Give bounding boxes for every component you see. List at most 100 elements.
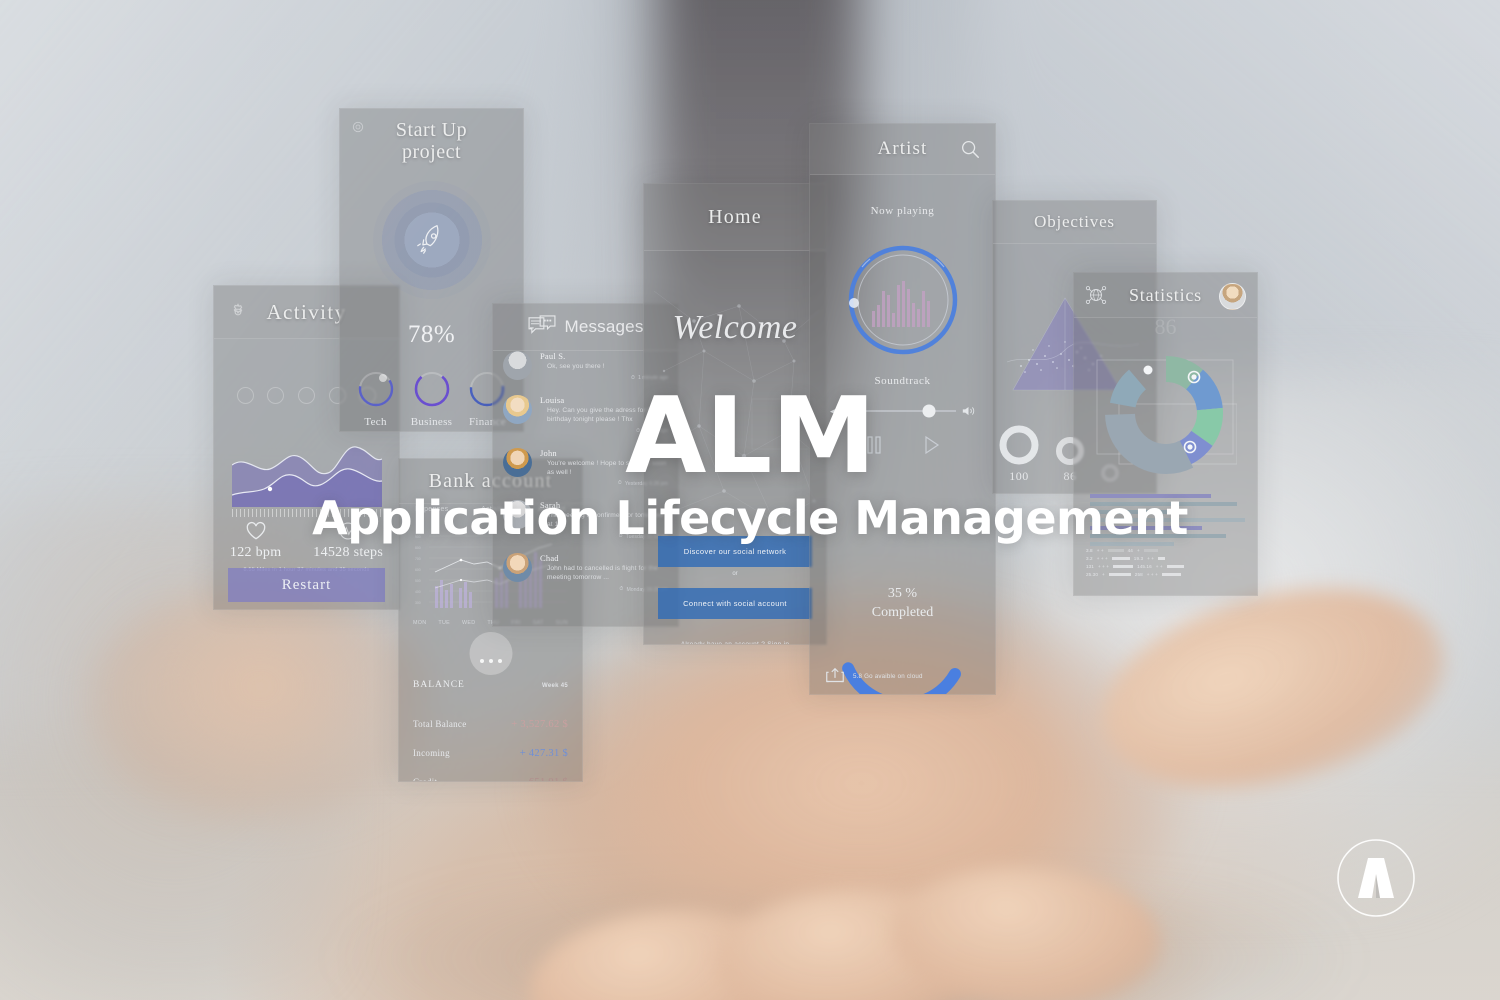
connect-social-button[interactable]: Connect with social account: [658, 588, 812, 619]
table-row: Incoming + 427.31 $: [413, 739, 568, 768]
balance-label: BALANCE: [413, 680, 465, 690]
row-key: Incoming: [413, 748, 450, 758]
completion-label: Completed: [871, 604, 934, 620]
row-value: -651.91 $: [525, 777, 568, 781]
svg-text:600: 600: [415, 568, 421, 572]
avatar[interactable]: [1219, 283, 1246, 310]
cell-2: +: [1102, 572, 1105, 577]
statistics-body: 86 3.8 + + 44 + 3.2 + + + 19.3 + + 131 +…: [1074, 314, 1257, 594]
startup-title-line1: Start Up: [395, 118, 468, 141]
cell-3: 44: [1127, 548, 1133, 553]
play-icon[interactable]: [922, 435, 940, 455]
activity-ruler: [232, 509, 382, 517]
search-icon[interactable]: [959, 138, 981, 160]
steps-value: 14528 steps: [313, 545, 384, 560]
objectives-header: Objectives: [993, 201, 1156, 244]
pause-icon[interactable]: [865, 435, 883, 455]
seek-knob[interactable]: [922, 404, 936, 418]
home-welcome-text: Welcome: [672, 309, 798, 346]
clock-icon: ⏱: [619, 586, 624, 593]
gear-icon[interactable]: [228, 302, 248, 322]
cell-3: 258: [1134, 572, 1143, 577]
panel-home[interactable]: Home Welcome Discover our social network…: [643, 183, 827, 645]
bar: [1090, 494, 1211, 498]
dot: [479, 659, 484, 663]
cell-bar: [1161, 572, 1181, 577]
panel-artist[interactable]: Artist Now playing Soundtrack ◀ 35 % Com…: [809, 123, 996, 695]
day-dot[interactable]: [267, 387, 285, 404]
svg-text:800: 800: [415, 546, 421, 550]
ring-business[interactable]: Business: [411, 369, 453, 428]
statistics-table: 3.8 + + 44 + 3.2 + + + 19.3 + + 131 + + …: [1086, 548, 1247, 580]
bank-balance-header: BALANCE Week 45: [413, 680, 568, 690]
cell-4: + +: [1147, 556, 1155, 561]
bar: [1090, 526, 1202, 530]
badge-icon[interactable]: [350, 119, 366, 135]
tab-expenses[interactable]: Expenses: [415, 506, 448, 513]
cloud-upload-icon: [826, 667, 844, 683]
row-value: + 3,527.62 $: [511, 719, 568, 730]
messages-title: Messages: [564, 317, 644, 336]
startup-title-line2: project: [401, 141, 462, 163]
cloud-storage-row: 5.8 Go avaible on cloud: [824, 665, 923, 687]
activity-area-chart: [232, 446, 382, 507]
heart-icon: [246, 521, 266, 540]
sign-in-link[interactable]: Already have an account ? Sign in: [644, 641, 826, 644]
svg-text:900: 900: [415, 535, 421, 539]
day-dot[interactable]: [297, 387, 315, 404]
objective-ring-100: 100: [997, 423, 1041, 484]
cell-4: + +: [1155, 564, 1163, 569]
bar: [1090, 518, 1245, 522]
panel-statistics[interactable]: Statistics 86 3.8 + + 44 + 3.2 + + + 19.…: [1073, 272, 1258, 596]
activity-title: Activity: [266, 299, 347, 324]
cell-1: 3.2: [1086, 556, 1093, 561]
day-dot[interactable]: [236, 387, 254, 404]
bar: [1090, 502, 1238, 506]
clock-icon: ⏱: [618, 533, 623, 540]
restart-button[interactable]: Restart: [228, 568, 385, 602]
table-row: 131 + + + 145.16 + +: [1086, 564, 1247, 569]
artist-title: Artist: [877, 138, 928, 159]
clock-icon: ⏱: [636, 427, 641, 434]
discover-network-button[interactable]: Discover our social network: [658, 536, 812, 567]
avatar: [503, 351, 532, 380]
cell-bar: [1113, 564, 1134, 569]
cell-bar: [1108, 572, 1131, 577]
seek-track[interactable]: [842, 404, 956, 418]
table-row: 3.8 + + 44 +: [1086, 548, 1247, 553]
pulse-icon: [339, 522, 357, 540]
statistics-header: Statistics: [1074, 273, 1257, 318]
day-tue: TUE: [438, 620, 451, 626]
svg-text:300: 300: [415, 601, 421, 605]
circle-a-logo-icon: [1337, 839, 1415, 917]
statistics-bars: [1090, 494, 1245, 550]
week-label: Week 45: [541, 683, 568, 689]
player-controls[interactable]: [810, 435, 995, 455]
avatar: [503, 447, 532, 477]
avatar: [503, 553, 532, 583]
bank-dial-knob[interactable]: [469, 632, 512, 675]
day-mon: MON: [413, 620, 427, 626]
cell-4: + + +: [1146, 572, 1158, 577]
svg-text:400: 400: [415, 590, 421, 594]
soundtrack-label: Soundtrack: [874, 375, 931, 387]
prev-icon[interactable]: ◀: [830, 406, 837, 417]
bar: [1090, 542, 1174, 546]
artist-header: Artist: [810, 124, 995, 175]
home-title: Home: [708, 205, 762, 228]
bank-dial-dots: [479, 659, 502, 663]
heart-rate-value: 122 bpm: [229, 545, 282, 560]
home-header: Home: [644, 184, 826, 251]
table-row: Total Balance + 3,527.62 $: [413, 710, 568, 739]
activity-metrics: 122 bpm 14528 steps: [214, 521, 399, 561]
table-row: Credit -651.91 $: [413, 768, 568, 781]
seek-bar[interactable]: ◀: [830, 404, 975, 418]
statistics-ghost-number: 86: [1154, 314, 1177, 339]
cell-3: 19.3: [1133, 556, 1144, 561]
cell-bar: [1158, 556, 1166, 561]
volume-icon[interactable]: [962, 405, 975, 417]
ring-tech[interactable]: Tech: [356, 369, 396, 428]
avatar: [503, 394, 532, 424]
cell-1: 3.8: [1086, 548, 1093, 553]
cell-1: 131: [1086, 564, 1094, 569]
